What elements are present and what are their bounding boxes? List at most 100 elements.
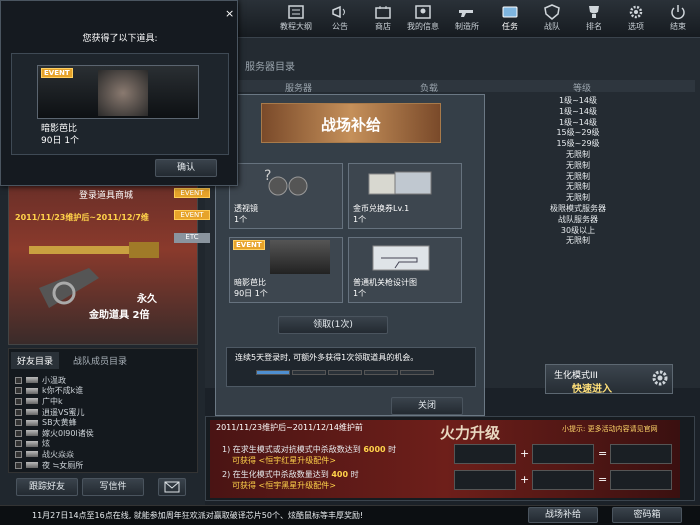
nav-shop[interactable]: 商店	[363, 2, 403, 36]
update-hint: 小提示: 更多活动内容请见官网	[562, 425, 658, 433]
friend-list-item[interactable]: 嫁火0l90l诸侯	[15, 428, 94, 439]
login-progress-step	[400, 370, 434, 375]
battle-supply-dialog: 战场补给 ? 透视镜 1个 金币兑换券Lv.1 1个 EVENT 暗影芭比 90…	[215, 94, 485, 416]
battle-supply-button[interactable]: 战场补给	[528, 507, 598, 523]
checkbox[interactable]	[15, 408, 22, 416]
item-name: 普通机关枪设计图	[353, 278, 417, 287]
shop-icon	[375, 6, 391, 19]
equals-sign: =	[598, 447, 608, 460]
weapon-slot	[532, 444, 594, 464]
password-box-button[interactable]: 密码箱	[612, 507, 682, 523]
supply-item[interactable]: EVENT 暗影芭比 90日 1个	[229, 237, 343, 303]
nav-label: 结束	[670, 22, 686, 31]
update-reward2: 可获得 <恒宇黑星升级配件>	[232, 481, 336, 490]
server-tier-item: 无限制	[566, 193, 590, 203]
promo-banner[interactable]: 登录道具商城 2011/11/23维护后~2011/12/7维 永久 金助道具 …	[8, 185, 198, 345]
rank-icon	[26, 377, 38, 384]
tab-friends[interactable]: 好友目录	[11, 352, 60, 369]
server-list-header: 服务器 负载 等级	[215, 80, 695, 94]
write-mail-button[interactable]: 写信件	[82, 478, 144, 496]
server-tier-item: 1级~14级	[559, 117, 597, 127]
nav-mission[interactable]: 任务	[490, 2, 530, 36]
character-portrait	[270, 240, 330, 274]
login-note: 连续5天登录时, 可额外多获得1次领取道具的机会。	[235, 353, 419, 362]
checkbox[interactable]	[15, 376, 22, 384]
event-badge: EVENT	[174, 188, 210, 198]
checkbox[interactable]	[15, 450, 22, 458]
friend-list-item[interactable]: 炫	[15, 439, 50, 450]
nav-profile[interactable]: 我的信息	[403, 2, 443, 36]
checkbox[interactable]	[15, 440, 22, 448]
item-count: 1个	[353, 289, 367, 298]
svg-text:?: ?	[264, 168, 271, 184]
checkbox[interactable]	[15, 387, 22, 395]
gun-icon	[459, 10, 473, 17]
update-reward1: 可获得 <恒宇红星升级配件>	[232, 456, 336, 465]
friend-list-item[interactable]: 夜 ≒女厕所	[15, 460, 83, 471]
close-button[interactable]: 关闭	[391, 397, 463, 415]
server-tier-item: 无限制	[566, 182, 590, 192]
nav-options[interactable]: 选项	[616, 2, 656, 36]
friend-name: SB大黄蜂	[42, 418, 77, 428]
friend-list-item[interactable]: 逍遥VS蜜儿	[15, 407, 85, 418]
friend-list-item[interactable]: 广中k	[15, 396, 63, 407]
rank-icon	[26, 462, 38, 469]
item-name: 金币兑换券Lv.1	[353, 204, 410, 213]
reward-popup: × 您获得了以下道具: EVENT 暗影芭比 90日 1个 确认	[0, 0, 238, 186]
etc-badge: ETC	[174, 233, 210, 243]
nav-ranking[interactable]: 排名	[574, 2, 614, 36]
checkbox[interactable]	[15, 429, 22, 437]
nav-exit[interactable]: 结束	[658, 2, 698, 36]
col-server: 服务器	[285, 84, 313, 94]
server-tier-item: 无限制	[566, 171, 590, 181]
mode-settings-button[interactable]	[650, 368, 670, 388]
gear-icon	[652, 370, 668, 386]
supply-item[interactable]: 普通机关枪设计图 1个	[348, 237, 462, 303]
mail-button[interactable]	[158, 478, 186, 496]
friend-list-item[interactable]: 小温政	[15, 375, 66, 386]
friend-name: 逍遥VS蜜儿	[42, 407, 85, 417]
supply-item[interactable]: ? 透视镜 1个	[229, 163, 343, 229]
nav-label: 教程大纲	[280, 22, 312, 31]
nav-notice[interactable]: 公告	[320, 2, 360, 36]
update-dates: 2011/11/23维护后~2011/12/14维护前	[216, 423, 363, 432]
nav-tutorial[interactable]: 教程大纲	[276, 2, 316, 36]
supply-item[interactable]: 金币兑换券Lv.1 1个	[348, 163, 462, 229]
server-tier-item: 战队服务器	[558, 214, 598, 224]
reward-item-count: 90日 1个	[41, 136, 80, 146]
weapon-slot	[610, 444, 672, 464]
checkbox[interactable]	[15, 419, 22, 427]
login-note-box: 连续5天登录时, 可额外多获得1次领取道具的机会。	[226, 347, 476, 387]
friend-name: 炫	[42, 439, 50, 449]
tab-clan-members[interactable]: 战队成员目录	[67, 352, 133, 369]
update-line1-suffix: 时	[388, 445, 397, 454]
close-icon[interactable]: ×	[225, 7, 234, 20]
friend-list-item[interactable]: k你不成k谁	[15, 386, 83, 397]
update-line1-value: 6000	[363, 445, 386, 454]
friend-panel: 好友目录 战队成员目录 小温政 k你不成k谁 广中k 逍遥VS蜜儿 SB大黄蜂 嫁火0l9…	[8, 348, 198, 473]
friend-name: k你不成k谁	[42, 386, 84, 396]
nav-clan[interactable]: 战队	[532, 2, 572, 36]
event-badge: EVENT	[174, 210, 210, 220]
nav-label: 战队	[544, 22, 560, 31]
update-title: 火力升级	[440, 424, 501, 442]
friend-list-item[interactable]: 战火焱焱	[15, 449, 74, 460]
goggles-icon: ?	[264, 168, 308, 196]
rank-icon	[26, 387, 38, 394]
follow-friend-button[interactable]: 跟踪好友	[16, 478, 78, 496]
confirm-button[interactable]: 确认	[155, 159, 217, 177]
footer-ticker: 11月27日14点至16点在线, 就能参加周年狂欢派对赢取破译芯片50个、炫酷鼠…	[32, 511, 364, 520]
item-name: 暗影芭比	[234, 278, 266, 287]
nav-label: 公告	[332, 22, 348, 31]
nav-workshop[interactable]: 制造所	[447, 2, 487, 36]
checkbox[interactable]	[15, 461, 22, 469]
checkbox[interactable]	[15, 397, 22, 405]
character-portrait	[98, 70, 148, 116]
claim-button[interactable]: 领取(1次)	[278, 316, 388, 334]
login-progress-step	[328, 370, 362, 375]
gear-icon	[629, 5, 643, 19]
server-tier-item: 1级~14级	[559, 96, 597, 105]
profile-icon	[415, 5, 431, 19]
friend-list-item[interactable]: SB大黄蜂	[15, 417, 77, 428]
promo-header: 登录道具商城	[79, 191, 134, 201]
